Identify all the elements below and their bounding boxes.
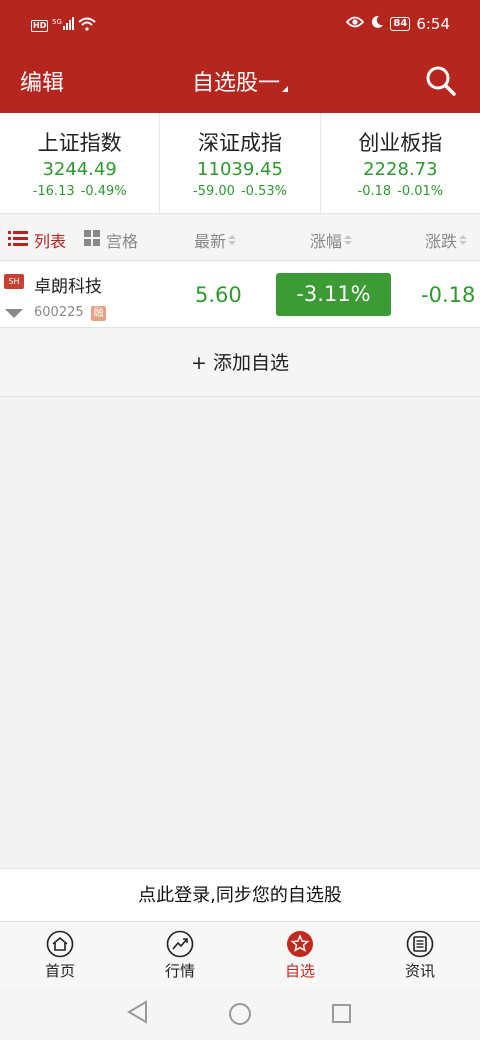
list-icon <box>8 230 28 250</box>
stock-price: 5.60 <box>195 283 242 307</box>
index-card[interactable]: 创业板指 2228.73 -0.18 -0.01% <box>321 113 480 213</box>
sort-change-pct[interactable]: 涨幅 <box>310 228 353 252</box>
index-card[interactable]: 深证成指 11039.45 -59.00 -0.53% <box>160 113 321 213</box>
status-right: 84 6:54 <box>346 15 450 33</box>
market-badge: SH <box>4 274 24 289</box>
index-change: -59.00 -0.53% <box>193 184 287 199</box>
column-header: 列表 宫格 最新 涨幅 涨跌 <box>0 215 480 261</box>
sort-latest[interactable]: 最新 <box>194 228 237 252</box>
list-tab-label: 列表 <box>34 232 67 251</box>
login-prompt[interactable]: 点此登录,同步您的自选股 <box>0 868 480 921</box>
svg-text:5G: 5G <box>52 18 62 26</box>
expand-arrow-icon[interactable] <box>5 309 23 318</box>
change-amount: -0.18 <box>421 283 476 307</box>
index-value: 3244.49 <box>42 159 117 180</box>
moon-icon <box>370 15 384 33</box>
tab-market-label: 行情 <box>164 962 195 980</box>
star-icon <box>287 931 313 957</box>
status-left: HD 5G <box>31 17 97 34</box>
tab-home-label: 首页 <box>44 962 75 980</box>
index-value: 11039.45 <box>197 159 283 180</box>
top-bar: HD 5G 84 6:54 编辑 自选股一 <box>0 0 480 113</box>
market-trend-icon <box>166 930 194 958</box>
index-card[interactable]: 上证指数 3244.49 -16.13 -0.49% <box>0 113 161 213</box>
margin-badge: 融 <box>91 306 106 321</box>
tab-home[interactable]: 首页 <box>0 922 120 988</box>
stock-code: 600225 <box>34 305 84 320</box>
index-summary: 上证指数 3244.49 -16.13 -0.49% 深证成指 11039.45 … <box>0 113 480 214</box>
home-circle-icon[interactable] <box>229 1003 251 1025</box>
add-watchlist-button[interactable]: + 添加自选 <box>0 329 480 397</box>
sort-icon <box>228 234 237 246</box>
tab-market[interactable]: 行情 <box>120 922 240 988</box>
sort-icon <box>459 234 468 246</box>
dropdown-corner-icon <box>282 86 288 92</box>
search-icon[interactable] <box>424 64 458 98</box>
home-icon <box>46 930 74 958</box>
watchlist-selector[interactable]: 自选股一 <box>0 65 480 97</box>
eye-icon <box>346 15 365 33</box>
watchlist-title: 自选股一 <box>191 71 280 96</box>
grid-icon <box>84 230 100 250</box>
sort-change-amt[interactable]: 涨跌 <box>425 228 468 252</box>
app-header: 编辑 自选股一 <box>0 52 480 112</box>
change-percent-badge: -3.11% <box>276 273 391 316</box>
index-name: 上证指数 <box>37 131 122 155</box>
wifi-icon <box>78 17 97 34</box>
sort-icon <box>344 234 353 246</box>
index-change: -0.18 -0.01% <box>357 184 444 199</box>
tab-news[interactable]: 资讯 <box>360 922 480 988</box>
tab-list-view[interactable]: 列表 <box>8 228 66 252</box>
status-bar: HD 5G 84 6:54 <box>0 0 480 52</box>
bottom-tab-bar: 首页 行情 自选 资讯 <box>0 921 480 988</box>
system-nav-bar <box>0 988 480 1040</box>
index-change: -16.13 -0.49% <box>32 184 127 199</box>
empty-area <box>0 398 480 868</box>
tab-watchlist[interactable]: 自选 <box>240 922 360 988</box>
news-icon <box>406 930 434 958</box>
clock-time: 6:54 <box>416 15 450 33</box>
back-icon[interactable] <box>127 1000 147 1024</box>
battery-icon: 84 <box>390 17 411 31</box>
index-name: 深证成指 <box>197 131 282 155</box>
stock-name: 卓朗科技 <box>34 277 102 297</box>
index-name: 创业板指 <box>358 131 443 155</box>
5g-signal-icon: 5G <box>52 17 75 34</box>
hd-icon: HD <box>31 19 49 32</box>
index-value: 2228.73 <box>363 159 438 180</box>
grid-tab-label: 宫格 <box>106 232 139 251</box>
tab-watchlist-label: 自选 <box>284 962 315 980</box>
tab-grid-view[interactable]: 宫格 <box>84 228 138 252</box>
recent-apps-icon[interactable] <box>332 1004 351 1023</box>
stock-row[interactable]: SH 卓朗科技 600225 融 5.60 -3.11% -0.18 <box>0 262 480 328</box>
tab-news-label: 资讯 <box>404 962 435 980</box>
